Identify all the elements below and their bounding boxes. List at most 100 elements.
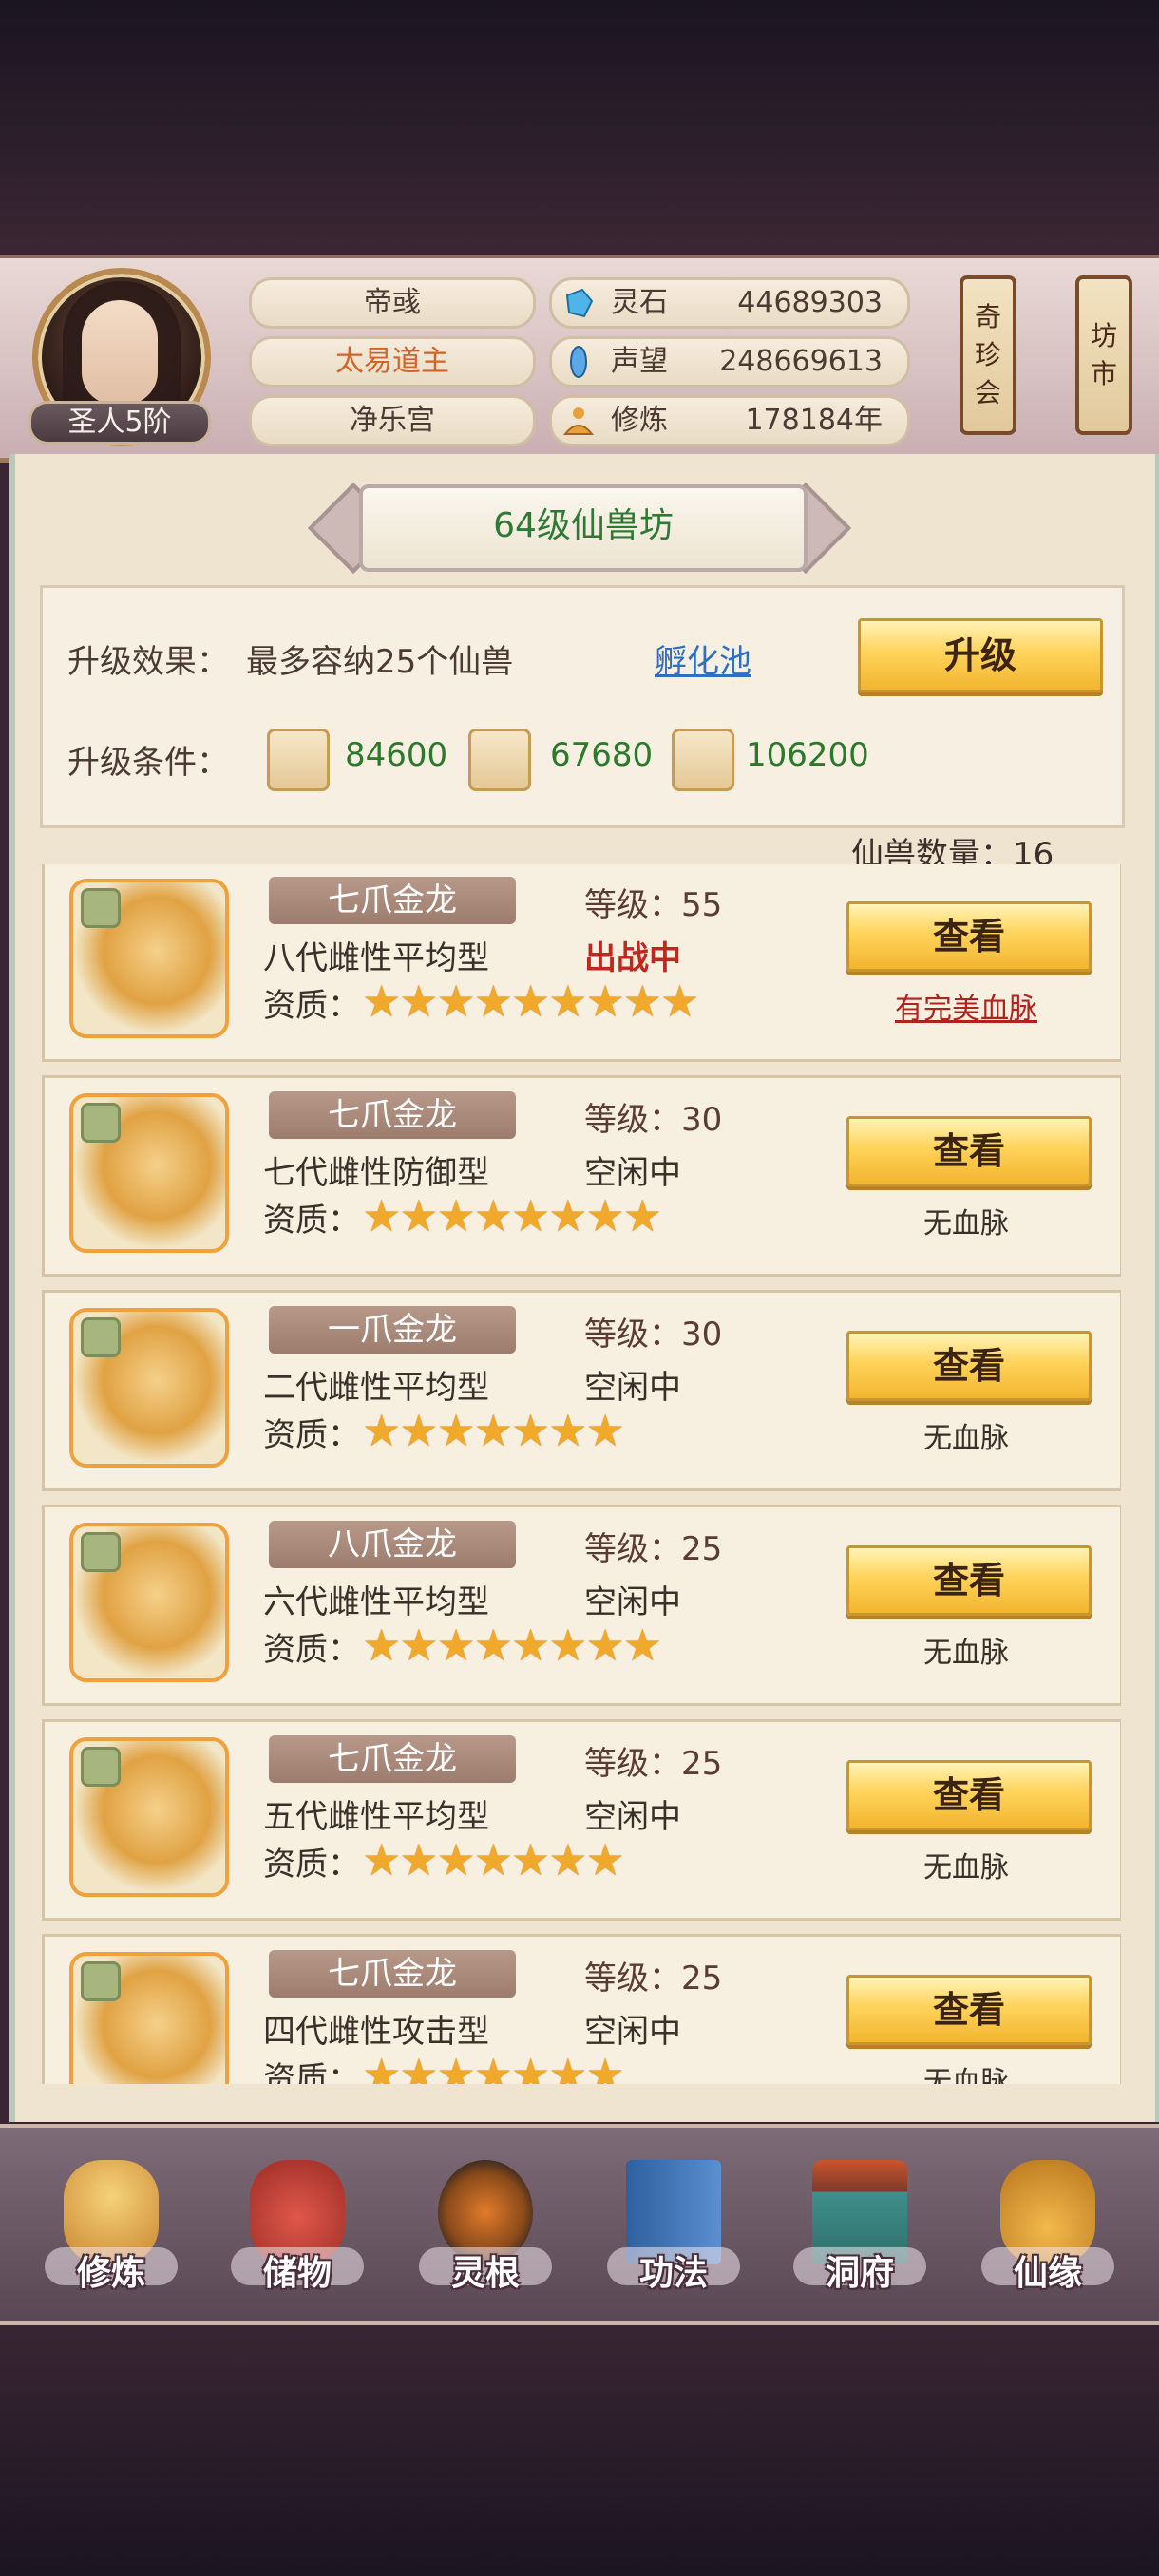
cultivation-icon — [562, 407, 595, 435]
wood-icon — [468, 729, 531, 791]
star-icon: ★ — [622, 1619, 662, 1671]
ore-icon — [267, 729, 330, 791]
player-palace: 净乐宫 — [249, 395, 536, 446]
beast-card: 八爪金龙 等级：25 六代雌性平均型 空闲中 资质： ★★★★★★★★ 查看 无… — [42, 1505, 1121, 1706]
bottom-nav-bar: 修炼 储物 灵根 功法 洞府 仙缘 — [0, 2124, 1159, 2325]
star-icon: ★ — [511, 1405, 550, 1456]
upgrade-condition-label: 升级条件： — [67, 744, 229, 782]
view-button[interactable]: 查看 — [846, 1760, 1092, 1830]
bloodline-status: 无血脉 — [923, 1637, 1009, 1670]
star-icon: ★ — [548, 1405, 587, 1456]
beast-portrait[interactable] — [69, 1308, 229, 1468]
view-button[interactable]: 查看 — [846, 1331, 1092, 1401]
beast-portrait[interactable] — [69, 879, 229, 1038]
beast-card: 一爪金龙 等级：30 二代雌性平均型 空闲中 资质： ★★★★★★★ 查看 无血… — [42, 1290, 1121, 1491]
beast-name: 七爪金龙 — [269, 1735, 516, 1783]
material-herb-value: 106200 — [746, 736, 869, 774]
star-icon: ★ — [399, 1190, 438, 1241]
star-icon: ★ — [399, 1405, 438, 1456]
quality-stars: ★★★★★★★★ — [362, 1190, 662, 1241]
lock-icon[interactable] — [81, 888, 121, 928]
beast-desc: 二代雌性平均型 — [263, 1369, 489, 1407]
beast-desc: 四代雌性攻击型 — [263, 2013, 489, 2051]
page-title: 64级仙兽坊 — [359, 484, 808, 572]
star-icon: ★ — [362, 1405, 401, 1456]
beast-level: 等级：25 — [584, 1960, 723, 1998]
treasure-fair-button[interactable]: 奇 珍 会 — [960, 275, 1016, 435]
star-icon: ★ — [473, 1190, 513, 1241]
lock-icon[interactable] — [81, 1532, 121, 1572]
beast-level: 等级：55 — [584, 886, 723, 924]
star-icon: ★ — [548, 1190, 587, 1241]
spirit-stone-icon — [565, 288, 594, 318]
star-icon: ★ — [622, 1190, 662, 1241]
nav-immortal-fate[interactable]: 仙缘 — [977, 2141, 1119, 2312]
star-icon: ★ — [622, 975, 662, 1027]
beast-name: 八爪金龙 — [269, 1521, 516, 1568]
resource-value: 44689303 — [737, 286, 883, 319]
lock-icon[interactable] — [81, 1747, 121, 1787]
resource-value: 248669613 — [719, 345, 883, 378]
star-icon: ★ — [399, 2049, 438, 2084]
lock-icon[interactable] — [81, 1961, 121, 2001]
star-icon: ★ — [362, 2049, 401, 2084]
star-icon: ★ — [585, 1405, 625, 1456]
view-button[interactable]: 查看 — [846, 1545, 1092, 1616]
nav-technique[interactable]: 功法 — [602, 2141, 745, 2312]
herb-icon — [672, 729, 734, 791]
star-icon: ★ — [362, 1834, 401, 1885]
beast-status: 空闲中 — [584, 2013, 681, 2051]
nav-label: 功法 — [638, 2254, 708, 2293]
star-icon: ★ — [660, 975, 699, 1027]
nav-cultivate[interactable]: 修炼 — [40, 2141, 182, 2312]
beast-name: 一爪金龙 — [269, 1306, 516, 1354]
beast-portrait[interactable] — [69, 1952, 229, 2084]
beast-status: 空闲中 — [584, 1583, 681, 1621]
star-icon: ★ — [473, 1405, 513, 1456]
nav-spirit-root[interactable]: 灵根 — [414, 2141, 557, 2312]
beast-level: 等级：30 — [584, 1316, 723, 1354]
market-button[interactable]: 坊 市 — [1075, 275, 1132, 435]
beast-desc: 七代雌性防御型 — [263, 1154, 489, 1192]
beast-level: 等级：30 — [584, 1101, 723, 1139]
quality-label: 资质： — [263, 1416, 360, 1454]
view-button[interactable]: 查看 — [846, 1116, 1092, 1186]
page-title-plate: 64级仙兽坊 — [307, 482, 852, 575]
upgrade-section: 升级效果： 最多容纳25个仙兽 孵化池 升级 升级条件： 84600 67680… — [40, 585, 1125, 828]
beast-portrait[interactable] — [69, 1093, 229, 1253]
quality-label: 资质： — [263, 1631, 360, 1669]
view-button[interactable]: 查看 — [846, 901, 1092, 972]
upgrade-effect-value: 最多容纳25个仙兽 — [246, 643, 514, 681]
star-icon: ★ — [399, 1834, 438, 1885]
bloodline-status: 无血脉 — [923, 1851, 1009, 1885]
lock-icon[interactable] — [81, 1103, 121, 1143]
lock-icon[interactable] — [81, 1317, 121, 1357]
player-name: 帝彧 — [249, 277, 536, 329]
nav-storage[interactable]: 储物 — [226, 2141, 369, 2312]
beast-card: 七爪金龙 等级：25 五代雌性平均型 空闲中 资质： ★★★★★★★ 查看 无血… — [42, 1719, 1121, 1921]
nav-cave-mansion[interactable]: 洞府 — [788, 2141, 931, 2312]
beast-portrait[interactable] — [69, 1523, 229, 1682]
star-icon: ★ — [585, 1619, 625, 1671]
star-icon: ★ — [585, 1190, 625, 1241]
beast-list[interactable]: 七爪金龙 等级：55 八代雌性平均型 出战中 资质： ★★★★★★★★★ 查看 … — [42, 864, 1121, 2084]
beast-name: 七爪金龙 — [269, 877, 516, 924]
hatching-pool-link[interactable]: 孵化池 — [655, 635, 751, 682]
upgrade-button[interactable]: 升级 — [858, 618, 1103, 692]
star-icon: ★ — [436, 2049, 476, 2084]
beast-card: 七爪金龙 等级：30 七代雌性防御型 空闲中 资质： ★★★★★★★★ 查看 无… — [42, 1075, 1121, 1277]
star-icon: ★ — [548, 1619, 587, 1671]
bloodline-status[interactable]: 有完美血脉 — [846, 985, 1086, 1027]
bloodline-status: 无血脉 — [923, 1422, 1009, 1455]
star-icon: ★ — [436, 975, 476, 1027]
star-icon: ★ — [511, 975, 550, 1027]
star-icon: ★ — [473, 1619, 513, 1671]
nav-label: 修炼 — [76, 2254, 145, 2293]
beast-level: 等级：25 — [584, 1745, 723, 1783]
beast-portrait[interactable] — [69, 1737, 229, 1897]
view-button[interactable]: 查看 — [846, 1975, 1092, 2045]
beast-status: 空闲中 — [584, 1798, 681, 1836]
star-icon: ★ — [436, 1619, 476, 1671]
star-icon: ★ — [362, 1190, 401, 1241]
star-icon: ★ — [511, 1190, 550, 1241]
